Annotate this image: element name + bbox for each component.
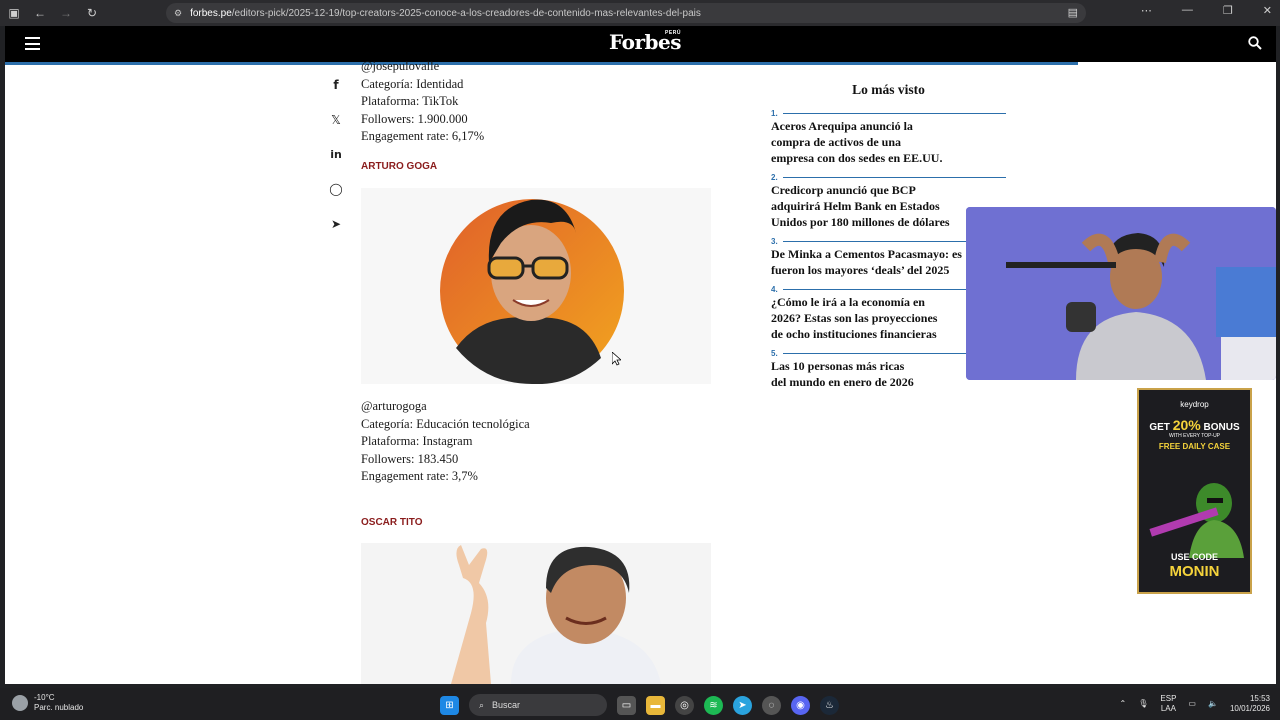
forbes-logo[interactable]: Forbes PERÚ	[609, 30, 681, 54]
whatsapp-share-icon[interactable]: ◯	[327, 182, 345, 200]
tray-chevron-icon[interactable]: ⌃	[1120, 699, 1127, 709]
weather-temp: -10°C	[34, 693, 55, 702]
most-viewed-item[interactable]: 1. Aceros Arequipa anunció la compra de …	[771, 108, 1006, 166]
creator-prev-details: @josepulovalle Categoría: Identidad Plat…	[361, 58, 484, 146]
maximize-icon[interactable]: ❐	[1223, 4, 1233, 17]
arturo-goga-photo	[361, 188, 711, 385]
browser-toolbar: ▣ ← → ↻ ⚙ forbes.pe/editors-pick/2025-12…	[0, 0, 1280, 26]
ad-bonus-percent: 20%	[1172, 417, 1201, 433]
facebook-share-icon[interactable]: f	[327, 78, 345, 96]
weather-widget[interactable]: -10°C Parc. nublado	[12, 693, 83, 713]
ad-brand: keydrop	[1180, 400, 1209, 409]
language-indicator[interactable]: ESP LAA	[1160, 694, 1176, 714]
mouse-cursor-icon	[612, 352, 621, 366]
reading-progress-bar	[5, 62, 1078, 65]
windows-taskbar: -10°C Parc. nublado ⊞ ⌕ Buscar ▭ ▬ ◎ ≋ ➤…	[0, 688, 1280, 720]
spotify-icon[interactable]: ≋	[704, 695, 723, 715]
creator-prev-handle: @josepulovalle	[361, 59, 440, 73]
browser-icon[interactable]: ◎	[675, 695, 694, 715]
reader-mode-icon[interactable]: ▤	[1068, 6, 1078, 19]
rank-number: 5.	[771, 348, 778, 358]
rank-number: 4.	[771, 284, 778, 294]
ad-use-code: USE CODE	[1170, 552, 1218, 562]
search-icon: ⌕	[479, 699, 485, 710]
webcam-overlay	[966, 207, 1276, 380]
creator-arturo-engagement: Engagement rate: 3,7%	[361, 469, 478, 483]
rank-number: 1.	[771, 108, 778, 118]
url-path: /editors-pick/2025-12-19/top-creators-20…	[231, 7, 701, 19]
ad-headline: GET 20% BONUS	[1139, 417, 1250, 433]
creator-arturo-plataforma: Plataforma: Instagram	[361, 434, 473, 448]
ad-code: MONIN	[1169, 563, 1220, 580]
creator-arturo-details: @arturogoga Categoría: Educación tecnoló…	[361, 398, 530, 486]
sidebar-toggle-icon[interactable]: ▣	[6, 5, 22, 21]
rank-headline[interactable]: Aceros Arequipa anunció la compra de act…	[771, 118, 971, 166]
ad-get: GET	[1149, 422, 1170, 433]
microphone-icon[interactable]: 🎙	[1138, 699, 1148, 709]
ad-topup: WITH EVERY TOP-UP	[1168, 433, 1221, 439]
file-explorer-icon[interactable]: ▬	[646, 695, 665, 715]
creator-name-oscar: OSCAR TITO	[361, 517, 423, 528]
clock-time: 15:53	[1249, 694, 1270, 703]
menu-icon[interactable]	[25, 37, 40, 50]
rank-divider	[783, 112, 1006, 114]
minimize-icon[interactable]: —	[1182, 4, 1193, 17]
steam-icon[interactable]: ♨	[820, 695, 839, 715]
rank-divider	[783, 176, 1006, 178]
creator-prev-plataforma: Plataforma: TikTok	[361, 94, 459, 108]
creator-arturo-handle: @arturogoga	[361, 399, 427, 413]
weather-desc: Parc. nublado	[34, 703, 84, 712]
ad-bonus-word: BONUS	[1203, 422, 1240, 433]
address-bar[interactable]: ⚙ forbes.pe/editors-pick/2025-12-19/top-…	[166, 3, 1086, 23]
x-share-icon[interactable]: 𝕏	[327, 113, 345, 131]
volume-icon[interactable]: 🔈	[1208, 699, 1218, 709]
clock-date: 10/01/2026	[1229, 704, 1270, 713]
task-view-icon[interactable]: ▭	[617, 695, 636, 715]
weather-cloud-icon	[12, 695, 28, 711]
sidebar-title: Lo más visto	[852, 82, 925, 97]
site-header: Forbes PERÚ	[5, 26, 1276, 62]
linkedin-share-icon[interactable]: in	[327, 148, 345, 166]
discord-icon[interactable]: ◉	[791, 695, 810, 715]
forward-arrow-icon[interactable]: →	[58, 5, 74, 21]
rank-headline[interactable]: Credicorp anunció que BCP adquirirá Helm…	[771, 182, 971, 230]
rank-headline[interactable]: Las 10 personas más ricas del mundo en e…	[771, 358, 971, 390]
creator-arturo-categoria: Categoría: Educación tecnológica	[361, 416, 530, 431]
url-host: forbes.pe	[190, 7, 232, 19]
site-info-icon[interactable]: ⚙	[174, 8, 182, 19]
search-icon[interactable]	[1248, 36, 1262, 50]
close-icon[interactable]: ✕	[1263, 4, 1272, 17]
taskbar-search[interactable]: ⌕ Buscar	[469, 694, 607, 716]
more-options-icon[interactable]: ⋯	[1141, 4, 1152, 17]
telegram-icon[interactable]: ➤	[733, 695, 752, 715]
creator-prev-categoria: Categoría: Identidad	[361, 76, 464, 91]
keyboard-layout: LAA	[1160, 704, 1176, 713]
taskbar-search-label: Buscar	[492, 700, 521, 710]
web-page: Forbes PERÚ f 𝕏 in ◯ ➤ @josepulovalle Ca…	[5, 26, 1276, 684]
windows-start-icon[interactable]: ⊞	[440, 695, 459, 715]
logo-subtext: PERÚ	[665, 30, 681, 36]
language: ESP	[1160, 694, 1177, 703]
back-arrow-icon[interactable]: ←	[32, 5, 48, 21]
rank-number: 3.	[771, 236, 778, 246]
creator-prev-followers: Followers: 1.900.000	[361, 111, 468, 126]
keydrop-ad[interactable]: keydrop GET 20% BONUS WITH EVERY TOP-UP …	[1137, 388, 1252, 594]
network-icon[interactable]: ▭	[1188, 699, 1196, 709]
telegram-share-icon[interactable]: ➤	[327, 217, 345, 235]
app-icon[interactable]: ◌	[762, 695, 781, 715]
creator-name-arturo: ARTURO GOGA	[361, 161, 438, 172]
rank-headline[interactable]: ¿Cómo le irá a la economía en 2026? Esta…	[771, 294, 971, 342]
ad-character-image	[1149, 483, 1244, 558]
oscar-tito-photo	[361, 543, 711, 684]
creator-prev-engagement: Engagement rate: 6,17%	[361, 129, 485, 143]
rank-number: 2.	[771, 172, 778, 182]
reload-icon[interactable]: ↻	[84, 5, 100, 21]
clock[interactable]: 15:53 10/01/2026	[1230, 694, 1270, 714]
creator-arturo-followers: Followers: 183.450	[361, 451, 459, 466]
